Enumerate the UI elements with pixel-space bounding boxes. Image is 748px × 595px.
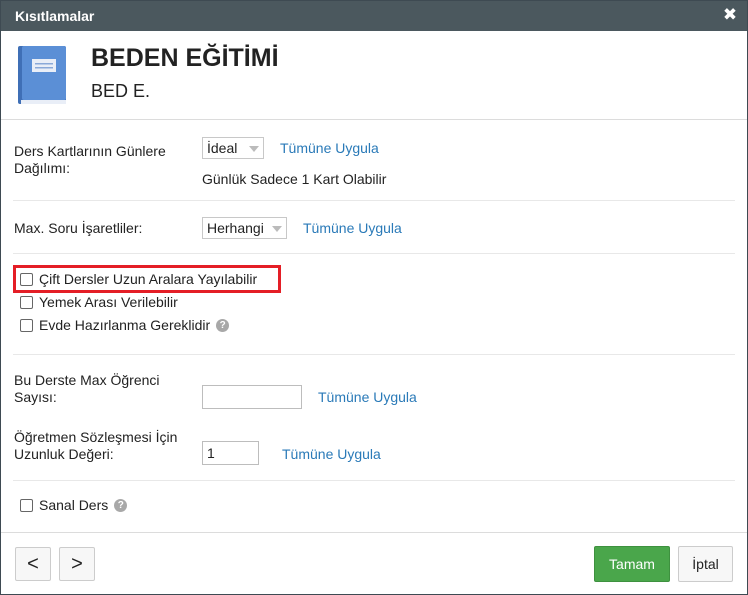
max-marks-label: Max. Soru İşaretliler: — [14, 220, 143, 236]
checkbox-box[interactable] — [20, 318, 33, 332]
checkbox-box[interactable] — [20, 498, 33, 512]
contract-length-input[interactable]: 1 — [202, 441, 259, 465]
checkbox-box[interactable] — [20, 295, 33, 309]
dialog-title: Kısıtlamalar — [15, 8, 95, 24]
divider — [13, 200, 735, 201]
next-button[interactable]: > — [59, 547, 95, 581]
dialog-titlebar: Kısıtlamalar ✖ — [1, 1, 747, 31]
course-header: BEDEN EĞİTİMİ BED E. — [1, 31, 747, 119]
close-icon[interactable]: ✖ — [721, 6, 739, 24]
cancel-button[interactable]: İptal — [678, 546, 733, 582]
divider — [13, 253, 735, 254]
book-icon — [18, 46, 66, 104]
home-prep-label: Evde Hazırlanma Gereklidir — [39, 317, 211, 333]
virtual-lesson-checkbox[interactable]: Sanal Ders ? — [20, 496, 128, 514]
divider — [1, 119, 747, 120]
restrictions-dialog: Kısıtlamalar ✖ BEDEN EĞİTİMİ BED E. Ders… — [0, 0, 748, 595]
home-prep-checkbox[interactable]: Evde Hazırlanma Gereklidir ? — [20, 316, 230, 334]
divider — [13, 354, 735, 355]
dialog-footer: < > Tamam İptal — [1, 533, 747, 594]
distribution-note: Günlük Sadece 1 Kart Olabilir — [202, 171, 387, 187]
distribution-apply-all-link[interactable]: Tümüne Uygula — [280, 140, 379, 156]
max-marks-apply-all-link[interactable]: Tümüne Uygula — [303, 220, 402, 236]
max-students-input[interactable] — [202, 385, 302, 409]
lunch-break-checkbox[interactable]: Yemek Arası Verilebilir — [20, 293, 178, 311]
contract-length-label: Öğretmen Sözleşmesi İçin Uzunluk Değeri: — [14, 429, 178, 462]
virtual-lesson-label: Sanal Ders — [39, 497, 109, 513]
contract-length-apply-all-link[interactable]: Tümüne Uygula — [282, 446, 381, 462]
distribution-select[interactable]: İdeal — [202, 137, 264, 159]
divider — [13, 480, 735, 481]
max-students-apply-all-link[interactable]: Tümüne Uygula — [318, 389, 417, 405]
help-icon[interactable]: ? — [216, 318, 230, 332]
course-short-name: BED E. — [91, 81, 151, 101]
max-marks-select-value: Herhangi — [207, 220, 264, 236]
chevron-down-icon — [272, 226, 282, 232]
distribution-label: Ders Kartlarının Günlere Dağılımı: — [14, 143, 166, 176]
course-title: BEDEN EĞİTİMİ — [91, 44, 279, 72]
chevron-down-icon — [249, 146, 259, 152]
lunch-break-label: Yemek Arası Verilebilir — [39, 294, 178, 310]
previous-button[interactable]: < — [15, 547, 51, 581]
max-students-label: Bu Derste Max Öğrenci Sayısı: — [14, 372, 160, 405]
distribution-select-value: İdeal — [207, 140, 238, 156]
help-icon[interactable]: ? — [114, 498, 128, 512]
double-lessons-label: Çift Dersler Uzun Aralara Yayılabilir — [39, 271, 258, 287]
double-lessons-checkbox[interactable]: Çift Dersler Uzun Aralara Yayılabilir — [20, 270, 257, 288]
max-marks-select[interactable]: Herhangi — [202, 217, 287, 239]
ok-button[interactable]: Tamam — [594, 546, 670, 582]
checkbox-box[interactable] — [20, 272, 33, 286]
